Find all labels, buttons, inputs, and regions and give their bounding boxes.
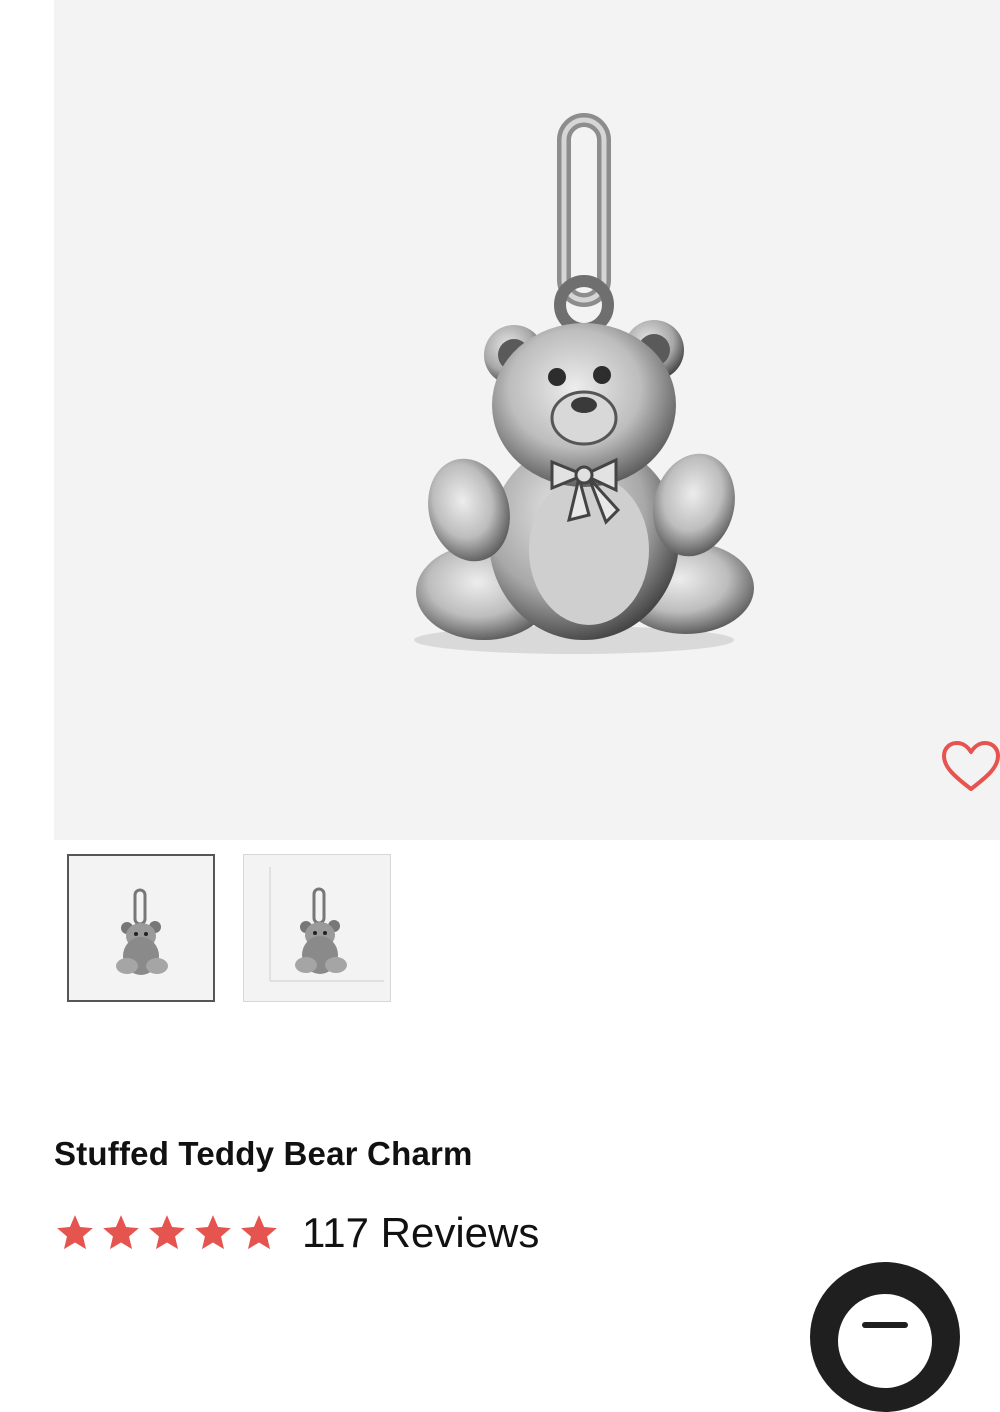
star-icon: [149, 1215, 185, 1250]
thumbnail-bear-icon: [116, 888, 168, 975]
thumbnail-size-chart-icon: [269, 867, 384, 982]
star-icon: [57, 1215, 93, 1250]
star-icon: [195, 1215, 231, 1250]
reviews-link[interactable]: 117 Reviews: [302, 1209, 539, 1257]
product-rating[interactable]: 117 Reviews: [54, 1203, 539, 1263]
chat-icon: [838, 1294, 932, 1388]
thumbnail-size-chart[interactable]: [243, 854, 391, 1002]
heart-outline-icon[interactable]: [940, 740, 1000, 794]
product-title: Stuffed Teddy Bear Charm: [54, 1135, 473, 1172]
teddy-bear-charm-image: [414, 113, 754, 654]
product-image[interactable]: [54, 0, 1000, 840]
rating-stars: [54, 1212, 280, 1254]
thumbnail-front[interactable]: [67, 854, 215, 1002]
star-icon: [103, 1215, 139, 1250]
chat-button[interactable]: [810, 1262, 960, 1412]
star-icon: [241, 1215, 277, 1250]
